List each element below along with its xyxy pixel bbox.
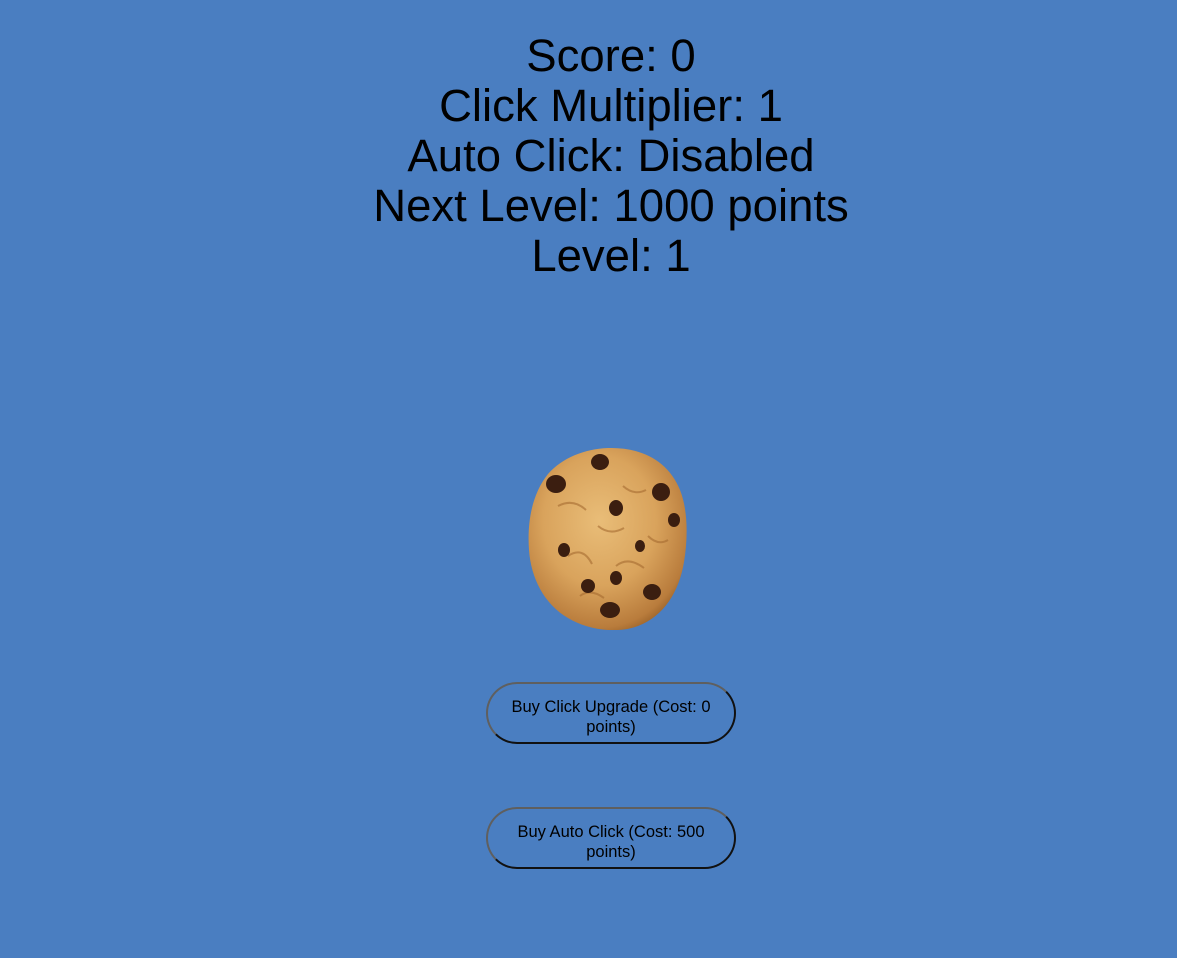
- buy-click-upgrade-button[interactable]: Buy Click Upgrade (Cost: 0 points): [486, 682, 736, 744]
- cookie-button[interactable]: [528, 446, 688, 630]
- score-display: Score: 0: [526, 30, 696, 81]
- next-level-display: Next Level: 1000 points: [373, 180, 849, 231]
- cookie-icon: [528, 447, 687, 630]
- level-display: Level: 1: [531, 230, 691, 281]
- stats-panel: Score: 0 Click Multiplier: 1 Auto Click:…: [0, 31, 1177, 281]
- auto-click-status: Auto Click: Disabled: [407, 130, 815, 181]
- buy-auto-click-button[interactable]: Buy Auto Click (Cost: 500 points): [486, 807, 736, 869]
- click-multiplier-display: Click Multiplier: 1: [439, 80, 783, 131]
